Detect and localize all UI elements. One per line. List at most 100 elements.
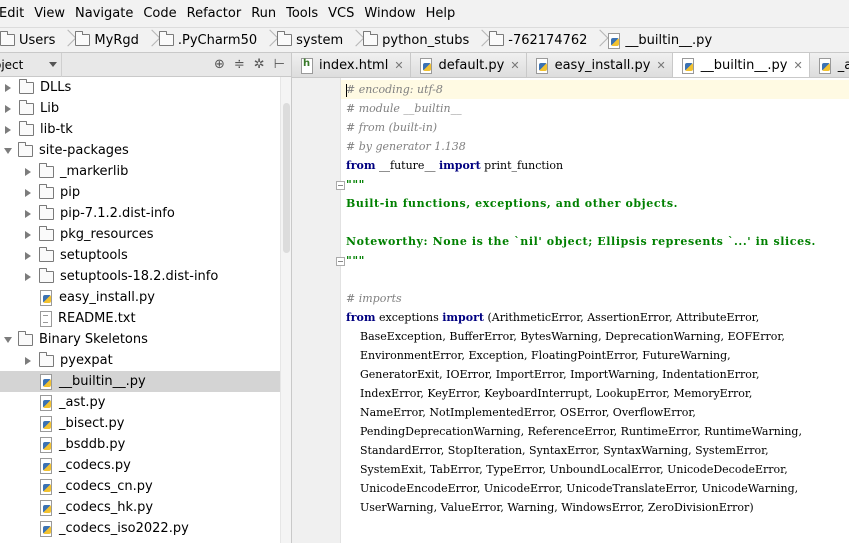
tree-item[interactable]: pip: [0, 182, 280, 203]
code-token: EnvironmentError, Exception, FloatingPoi…: [346, 349, 731, 362]
tree-item[interactable]: Lib: [0, 98, 280, 119]
tree-item-label: __builtin__.py: [59, 374, 146, 389]
menu-navigate[interactable]: Navigate: [70, 0, 138, 27]
tree-item[interactable]: _codecs_iso2022.py: [0, 518, 280, 539]
project-tree-scrollbar[interactable]: [280, 77, 292, 543]
editor-tab[interactable]: __builtin__.py ✕: [672, 53, 810, 77]
menu-help[interactable]: Help: [421, 0, 461, 27]
menu-code[interactable]: Code: [138, 0, 181, 27]
code-line: GeneratorExit, IOError, ImportError, Imp…: [346, 365, 849, 384]
code-token: exceptions: [375, 311, 443, 324]
tree-item[interactable]: setuptools: [0, 245, 280, 266]
breadcrumb-item[interactable]: .PyCharm50: [146, 28, 264, 52]
breadcrumb-label: Users: [19, 32, 56, 48]
collapse-all-icon[interactable]: ≑: [234, 53, 245, 77]
tree-item[interactable]: _ast.py: [0, 392, 280, 413]
tree-item[interactable]: site-packages: [0, 140, 280, 161]
tree-item[interactable]: easy_install.py: [0, 287, 280, 308]
collapse-arrow-icon[interactable]: [4, 336, 12, 343]
fold-marker-icon[interactable]: [336, 257, 345, 266]
code-token: (ArithmeticError, AssertionError, Attrib…: [483, 311, 760, 324]
tree-item[interactable]: pyexpat: [0, 350, 280, 371]
expand-arrow-icon[interactable]: [25, 167, 31, 176]
editor-tab[interactable]: _ast.py✕: [809, 53, 849, 77]
breadcrumb-item[interactable]: __builtin__.py: [594, 28, 719, 52]
code-token: UserWarning, ValueError, Warning, Window…: [346, 501, 754, 514]
hide-panel-icon[interactable]: ⊢: [274, 53, 285, 77]
breadcrumb-label: .PyCharm50: [177, 32, 258, 48]
code-token: PendingDeprecationWarning, ReferenceErro…: [346, 425, 802, 438]
menu-window[interactable]: Window: [359, 0, 420, 27]
folder-icon: [18, 141, 33, 157]
tree-item[interactable]: README.txt: [0, 308, 280, 329]
tree-item[interactable]: pip-7.1.2.dist-info: [0, 203, 280, 224]
code-line: EnvironmentError, Exception, FloatingPoi…: [346, 346, 849, 365]
expand-arrow-icon[interactable]: [25, 230, 31, 239]
fold-marker-icon[interactable]: [336, 181, 345, 190]
collapse-arrow-icon[interactable]: [4, 147, 12, 154]
folder-icon: [19, 99, 34, 115]
tree-item[interactable]: _codecs.py: [0, 455, 280, 476]
tree-item[interactable]: lib-tk: [0, 119, 280, 140]
tree-item[interactable]: _bisect.py: [0, 413, 280, 434]
code-line: Built-in functions, exceptions, and othe…: [346, 194, 849, 213]
tab-label: _ast.py: [837, 58, 849, 73]
code-content[interactable]: # encoding: utf-8 # module __builtin__ # f…: [341, 80, 849, 517]
tree-item[interactable]: _codecs_cn.py: [0, 476, 280, 497]
tree-item[interactable]: setuptools-18.2.dist-info: [0, 266, 280, 287]
close-icon[interactable]: ✕: [510, 59, 519, 72]
folder-icon: [39, 246, 54, 262]
close-icon[interactable]: ✕: [394, 59, 403, 72]
menu-run[interactable]: Run: [246, 0, 281, 27]
expand-arrow-icon[interactable]: [25, 356, 31, 365]
editor-tab-bar: index.html✕default.py✕easy_install.py✕__…: [292, 53, 849, 78]
folder-icon: [39, 351, 54, 367]
breadcrumb-item[interactable]: python_stubs: [350, 28, 476, 52]
code-token: import: [442, 311, 484, 324]
settings-gear-icon[interactable]: ✲: [254, 53, 265, 77]
folder-icon: [489, 31, 505, 46]
breadcrumb-item[interactable]: -762174762: [476, 28, 594, 52]
editor-tab[interactable]: easy_install.py ✕: [526, 53, 673, 77]
menu-tools[interactable]: Tools: [281, 0, 323, 27]
breadcrumb-item[interactable]: MyRgd: [62, 28, 145, 52]
python-file-icon: [818, 58, 832, 74]
tree-item[interactable]: __builtin__.py: [0, 371, 280, 392]
code-token: Built-in functions, exceptions, and othe…: [346, 197, 679, 210]
scrollbar-thumb[interactable]: [283, 103, 290, 253]
menu-refactor[interactable]: Refactor: [182, 0, 247, 27]
tree-item[interactable]: _codecs_hk.py: [0, 497, 280, 518]
editor-tab[interactable]: default.py ✕: [410, 53, 527, 77]
tree-item-label: Binary Skeletons: [39, 332, 148, 347]
close-icon[interactable]: ✕: [793, 59, 802, 72]
menu-view[interactable]: View: [29, 0, 70, 27]
tree-item[interactable]: _markerlib: [0, 161, 280, 182]
code-token: from: [346, 311, 376, 324]
code-editor[interactable]: # encoding: utf-8 # module __builtin__ # f…: [292, 78, 849, 543]
expand-arrow-icon[interactable]: [5, 125, 11, 134]
code-line: """: [346, 175, 849, 194]
expand-arrow-icon[interactable]: [25, 251, 31, 260]
breadcrumb-label: python_stubs: [382, 32, 470, 48]
close-icon[interactable]: ✕: [657, 59, 666, 72]
expand-arrow-icon[interactable]: [25, 188, 31, 197]
folder-icon: [39, 225, 54, 241]
expand-arrow-icon[interactable]: [5, 104, 11, 113]
tree-item[interactable]: pkg_resources: [0, 224, 280, 245]
menu-edit[interactable]: Edit: [0, 0, 29, 27]
project-view-dropdown[interactable]: oject: [0, 52, 62, 77]
code-token: SystemExit, TabError, TypeError, Unbound…: [346, 463, 788, 476]
chevron-right-icon: [146, 28, 156, 52]
breadcrumb-item[interactable]: Users: [0, 28, 62, 52]
tree-item[interactable]: DLLs: [0, 77, 280, 98]
tree-item[interactable]: Binary Skeletons: [0, 329, 280, 350]
expand-arrow-icon[interactable]: [25, 272, 31, 281]
editor-tab[interactable]: index.html ✕: [292, 53, 411, 77]
tree-item[interactable]: _bsddb.py: [0, 434, 280, 455]
breadcrumb-item[interactable]: system: [264, 28, 350, 52]
tab-label: default.py: [438, 58, 505, 73]
locate-target-icon[interactable]: ⊕: [214, 53, 225, 77]
menu-vcs[interactable]: VCS: [323, 0, 359, 27]
expand-arrow-icon[interactable]: [5, 83, 11, 92]
expand-arrow-icon[interactable]: [25, 209, 31, 218]
